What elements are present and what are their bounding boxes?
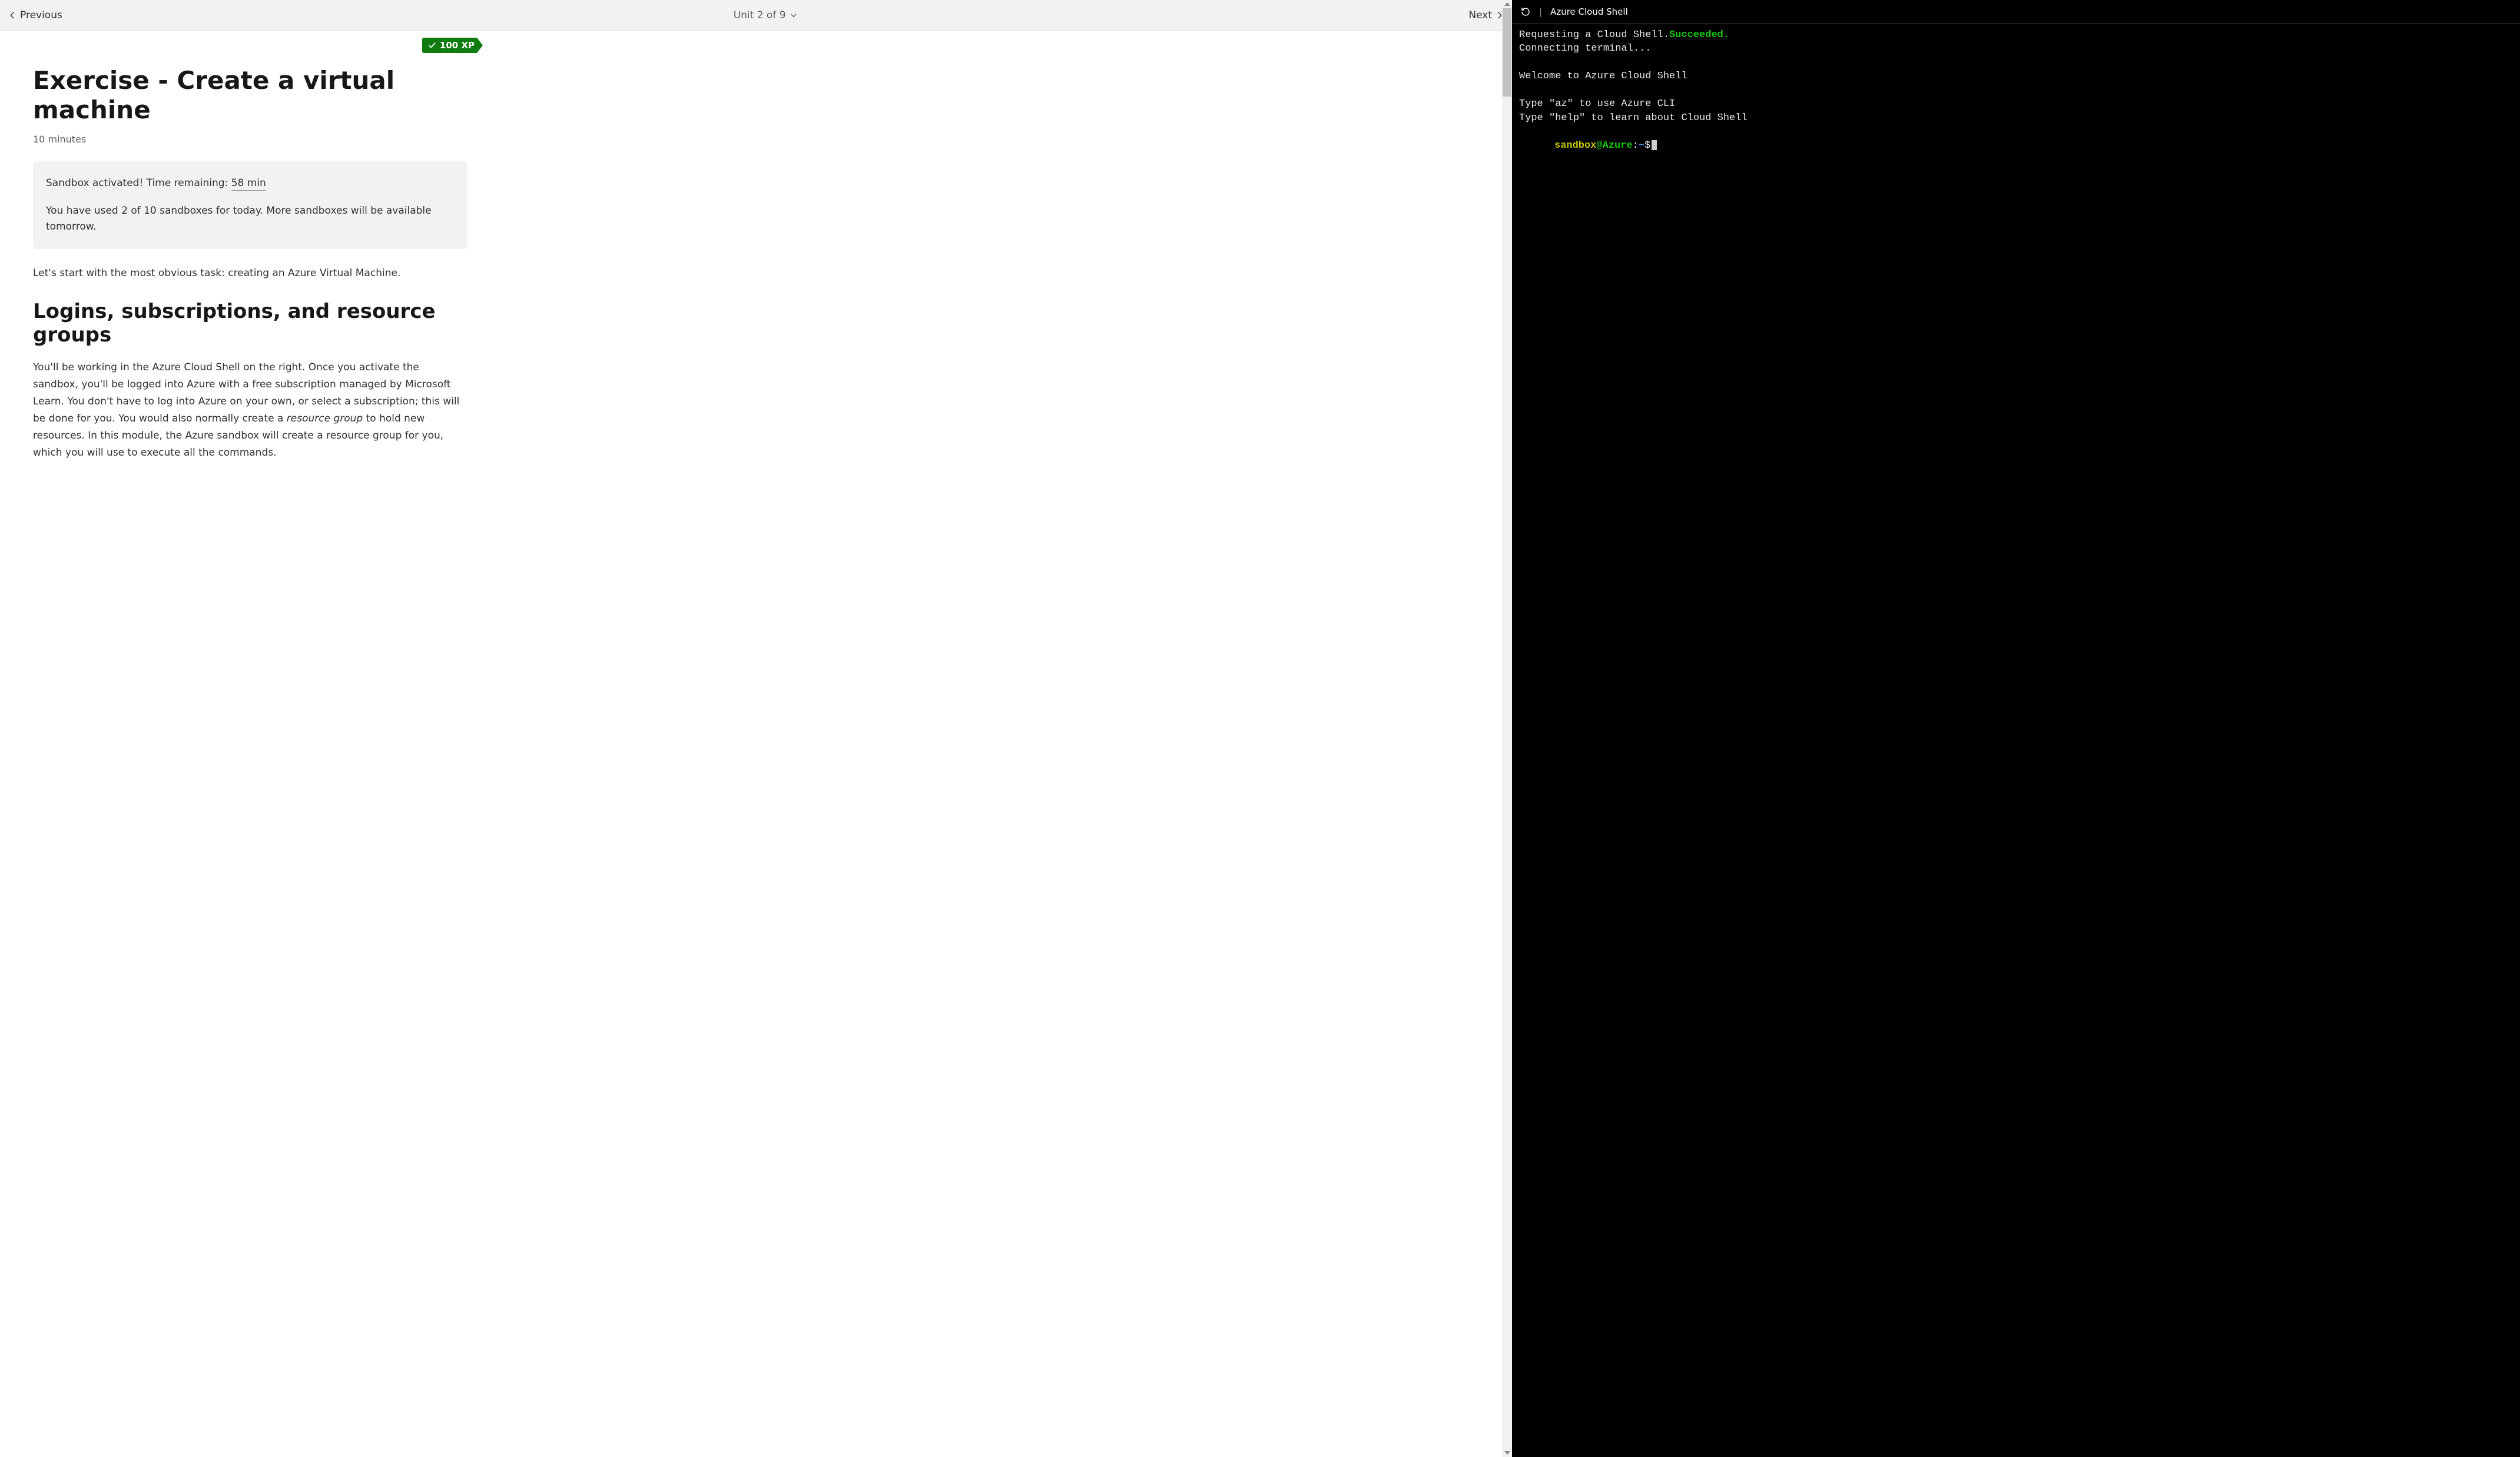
section-heading: Logins, subscriptions, and resource grou… [33, 300, 467, 348]
sandbox-info-box: Sandbox activated! Time remaining: 58 mi… [33, 161, 467, 250]
scroll-down-arrow-icon[interactable] [1504, 1451, 1510, 1455]
xp-badge: 100 XP [422, 38, 483, 53]
term-line-request: Requesting a Cloud Shell. [1519, 29, 1669, 41]
term-line-help: Type "help" to learn about Cloud Shell [1519, 112, 1748, 124]
prompt-path: ~ [1639, 140, 1644, 151]
scroll-up-arrow-icon[interactable] [1504, 2, 1510, 6]
prompt-user: sandbox [1554, 140, 1596, 151]
header-divider: | [1539, 6, 1542, 17]
next-label: Next [1468, 9, 1492, 21]
cloud-shell-panel: | Azure Cloud Shell Requesting a Cloud S… [1512, 0, 2520, 1457]
intro-paragraph: Let's start with the most obvious task: … [33, 265, 467, 281]
cloud-shell-title: Azure Cloud Shell [1550, 6, 1628, 17]
scrollbar[interactable] [1502, 0, 1512, 1457]
sandbox-time-remaining: 58 min [231, 177, 266, 191]
sandbox-usage-text: You have used 2 of 10 sandboxes for toda… [46, 203, 455, 235]
check-icon [428, 41, 436, 49]
content-area: 100 XP Exercise - Create a virtual machi… [0, 31, 1512, 1457]
next-button[interactable]: Next [1468, 9, 1504, 21]
term-line-az: Type "az" to use Azure CLI [1519, 98, 1675, 109]
prompt-end: $ [1644, 140, 1650, 151]
term-line-connecting: Connecting terminal... [1519, 43, 1651, 54]
term-line-welcome: Welcome to Azure Cloud Shell [1519, 71, 1687, 82]
prompt-sep: : [1633, 140, 1639, 151]
page-duration: 10 minutes [33, 134, 467, 145]
previous-label: Previous [20, 9, 62, 21]
section-body: You'll be working in the Azure Cloud She… [33, 359, 467, 461]
page-title: Exercise - Create a virtual machine [33, 66, 467, 125]
section-body-italic: resource group [287, 413, 363, 424]
chevron-down-icon [790, 11, 798, 19]
scroll-thumb[interactable] [1503, 8, 1511, 97]
sandbox-status-line: Sandbox activated! Time remaining: 58 mi… [46, 175, 455, 191]
terminal[interactable]: Requesting a Cloud Shell.Succeeded. Conn… [1512, 24, 2520, 1457]
unit-nav-bar: Previous Unit 2 of 9 Next [0, 0, 1512, 31]
unit-label: Unit 2 of 9 [734, 9, 786, 21]
xp-label: 100 XP [440, 40, 475, 51]
cloud-shell-header: | Azure Cloud Shell [1512, 0, 2520, 24]
cursor [1652, 140, 1657, 150]
restart-shell-button[interactable] [1520, 6, 1531, 17]
unit-selector[interactable]: Unit 2 of 9 [734, 9, 798, 21]
sandbox-activated-text: Sandbox activated! Time remaining: [46, 177, 231, 189]
previous-button[interactable]: Previous [8, 9, 62, 21]
chevron-left-icon [8, 11, 16, 19]
term-line-succeeded: Succeeded. [1669, 29, 1729, 41]
prompt-host: @Azure [1596, 140, 1632, 151]
restart-icon [1520, 6, 1531, 17]
